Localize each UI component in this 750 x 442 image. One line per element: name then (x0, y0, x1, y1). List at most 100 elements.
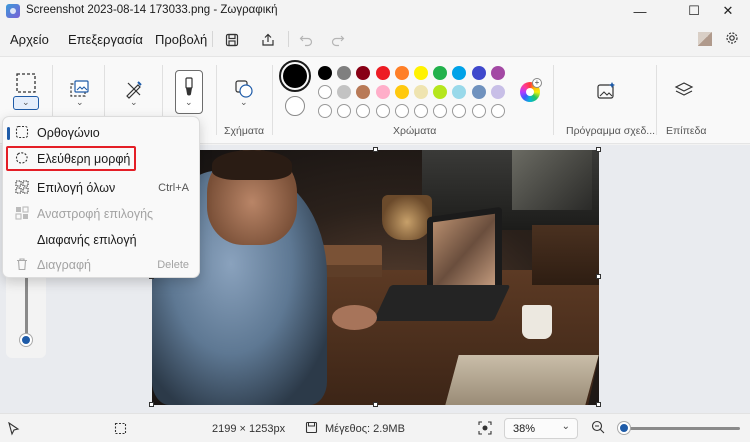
share-icon[interactable] (258, 30, 278, 50)
chevron-down-icon[interactable]: ⌄ (76, 97, 84, 108)
settings-gear-icon[interactable] (722, 28, 742, 48)
menu-bar: Αρχείο Επεξεργασία Προβολή (0, 26, 750, 52)
ribbon-divider (553, 65, 554, 135)
resize-handle[interactable] (596, 147, 601, 152)
shortcut-label: Ctrl+A (158, 182, 189, 194)
file-size: Μέγεθος: 2.9MB (325, 423, 405, 435)
select-all-icon (15, 180, 29, 194)
zoom-select[interactable]: 38% ⌄ (504, 418, 578, 439)
selection-dropdown-menu: Ορθογώνιο Ελεύθερη μορφή Επιλογή όλων Ctrl+… (2, 116, 200, 278)
zoom-slider-track[interactable] (622, 427, 740, 430)
color-swatch[interactable] (490, 66, 505, 80)
person-hand (332, 305, 377, 330)
color-swatch[interactable] (375, 66, 390, 80)
ribbon-divider (216, 65, 217, 135)
person-hair (212, 150, 292, 180)
color-swatch[interactable] (414, 104, 428, 118)
selection-menu-item-label: Διαφανής επιλογή (37, 233, 137, 247)
minimize-button[interactable]: — (618, 0, 662, 22)
trash-icon (15, 257, 29, 271)
menu-file[interactable]: Αρχείο (10, 32, 49, 47)
shapes-group-label: Σχήματα (224, 125, 265, 137)
menu-divider (288, 31, 289, 47)
active-indicator (7, 127, 10, 140)
color-swatch[interactable] (394, 104, 409, 118)
slider-thumb[interactable] (20, 334, 32, 346)
close-button[interactable]: ✕ (706, 0, 750, 22)
selection-menu-item[interactable]: Διαφανής επιλογή (7, 228, 197, 252)
selection-menu-item[interactable]: Ορθογώνιο (7, 121, 197, 145)
zoom-value: 38% (513, 423, 536, 435)
menu-divider (212, 31, 213, 47)
secondary-color-swatch[interactable] (285, 96, 305, 116)
selection-menu-item[interactable]: Επιλογή όλων Ctrl+A (7, 176, 197, 200)
color-swatch[interactable] (471, 85, 486, 99)
add-color-icon[interactable]: + (532, 78, 542, 88)
color-swatch[interactable] (471, 104, 486, 118)
paint-app-icon (6, 4, 20, 18)
background-light (512, 150, 592, 210)
pointer-icon (8, 421, 20, 439)
papers (445, 355, 599, 405)
color-swatch[interactable] (318, 85, 332, 99)
resize-handle[interactable] (149, 402, 154, 407)
resize-handle[interactable] (373, 147, 378, 152)
selection-menu-item-label: Αναστροφή επιλογής (37, 207, 154, 221)
keyboard (373, 285, 511, 321)
selection-menu-item[interactable]: Αναστροφή επιλογής (7, 202, 197, 226)
rectangle-select-icon[interactable] (12, 69, 40, 97)
chevron-down-icon[interactable]: ⌄ (22, 97, 30, 108)
selection-menu-item-label: Ορθογώνιο (37, 126, 100, 140)
selection-menu-item-label: Διαγραφή (37, 258, 91, 272)
window-title: Screenshot 2023-08-14 173033.png - Ζωγρα… (26, 4, 278, 16)
color-swatch[interactable] (375, 85, 390, 99)
resize-handle[interactable] (373, 402, 378, 407)
bookshelf (532, 225, 599, 285)
color-swatch[interactable] (414, 85, 428, 99)
ribbon-divider (272, 65, 273, 135)
resize-handle[interactable] (596, 402, 601, 407)
menu-view[interactable]: Προβολή (155, 32, 207, 47)
zoom-slider-thumb[interactable] (618, 422, 630, 434)
color-swatch[interactable] (490, 85, 505, 99)
color-swatch[interactable] (318, 66, 332, 80)
image-dimensions: 2199 × 1253px (212, 423, 286, 435)
color-swatch[interactable] (490, 104, 505, 118)
selection-size-icon (114, 422, 127, 438)
color-swatch[interactable] (394, 85, 409, 99)
chevron-down-icon[interactable]: ⌄ (185, 97, 193, 108)
invert-selection-icon (15, 206, 29, 220)
account-avatar[interactable] (698, 32, 712, 46)
save-icon[interactable] (222, 30, 242, 50)
colors-group-label: Χρώματα (393, 125, 437, 137)
resize-handle[interactable] (596, 274, 601, 279)
redo-icon[interactable] (328, 30, 348, 50)
canvas-image[interactable] (152, 150, 599, 405)
fit-to-window-icon[interactable] (478, 421, 492, 438)
color-swatch[interactable] (471, 66, 486, 80)
layers-group-label: Επίπεδα (666, 125, 707, 137)
chevron-down-icon: ⌄ (561, 421, 570, 432)
slider-track (25, 272, 28, 338)
image-creator-icon[interactable] (592, 77, 620, 105)
brush-size-slider[interactable] (6, 268, 46, 358)
coffee-mug (522, 305, 552, 339)
color-swatch[interactable] (414, 66, 428, 80)
color-swatch[interactable] (318, 104, 332, 118)
primary-color-swatch[interactable] (279, 60, 311, 92)
chevron-down-icon[interactable]: ⌄ (130, 97, 138, 108)
status-bar: 2199 × 1253px Μέγεθος: 2.9MB 38% ⌄ (0, 413, 750, 442)
highlight-box (6, 146, 136, 171)
zoom-out-icon[interactable] (591, 420, 605, 437)
menu-edit[interactable]: Επεξεργασία (68, 32, 143, 47)
selection-menu-item-label: Επιλογή όλων (37, 181, 116, 195)
chevron-down-icon[interactable]: ⌄ (240, 97, 248, 108)
color-swatch[interactable] (375, 104, 390, 118)
selection-menu-item[interactable]: Διαγραφή Delete (7, 253, 197, 277)
disk-icon (305, 421, 318, 437)
rectangle-select-icon (15, 125, 29, 139)
title-bar: Screenshot 2023-08-14 173033.png - Ζωγρα… (0, 0, 750, 22)
undo-icon[interactable] (296, 30, 316, 50)
layers-icon[interactable] (670, 77, 698, 105)
color-swatch[interactable] (394, 66, 409, 80)
